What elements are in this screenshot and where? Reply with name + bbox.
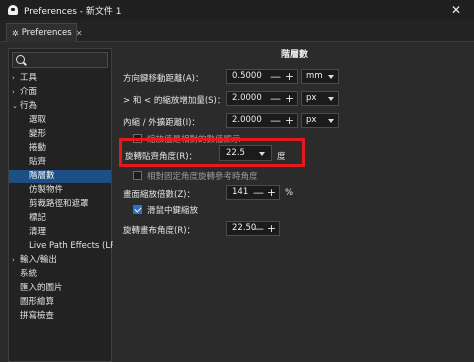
tree-item-label: 捲動 (29, 143, 47, 153)
decrement-icon[interactable]: — (253, 186, 264, 199)
tree-item-clippaths-masks[interactable]: 剪裁路徑和遮罩 (9, 198, 111, 211)
tree-item-label: 變形 (29, 129, 47, 139)
tree-item-imported-images[interactable]: 匯入的圖片 (9, 282, 111, 295)
tab-label: Preferences (21, 28, 72, 38)
tree-item-label: 清理 (29, 227, 47, 237)
tree-item-label: 匯入的圖片 (20, 283, 63, 293)
preferences-sidebar: › 工具 › 介面 ⌄ 行為 選取 變形 捲動 貼齊 階層數 仿製物件 剪裁路徑和遮罩… (8, 48, 124, 362)
tree-item-markers[interactable]: 標記 (9, 212, 111, 225)
window-titlebar: Preferences - 新文件 1 ✕ (0, 0, 474, 20)
expand-arrow-icon[interactable]: › (12, 254, 20, 267)
tree-item-label: 拼寫檢查 (20, 311, 55, 321)
canvas-rotation-label: 旋轉畫布角度(R)： (123, 226, 196, 236)
tree-item-label: 貼齊 (29, 157, 47, 167)
unit-value: mm (306, 71, 323, 81)
tree-item-label: 選取 (29, 115, 47, 125)
relative-rotation-checkbox[interactable] (133, 171, 142, 180)
relative-rotation-label: 相對固定角度旋轉參考時角度 (147, 172, 258, 182)
tree-item-label: 輸入/輸出 (20, 255, 57, 265)
tree-item-label: 工具 (20, 73, 38, 83)
increment-icon[interactable]: + (284, 114, 295, 127)
tree-item-label: Live Path Effects (LPE) (29, 241, 124, 251)
tree-item-label: 標記 (29, 213, 47, 223)
zoom-factor-label: 畫面縮放倍數(Z)： (123, 190, 195, 200)
inset-outset-spinbox[interactable]: 2.0000 — + (226, 113, 298, 128)
steps-preferences-panel: 階層數 方向鍵移動距離(A)： 0.5000 — + mm > 和 < 的縮放增… (113, 42, 474, 362)
inset-outset-unit-select[interactable]: px (301, 113, 339, 128)
scale-step-value[interactable]: 2.0000 (232, 93, 262, 103)
increment-icon[interactable]: + (266, 222, 277, 235)
tree-item-system[interactable]: 系統 (9, 268, 111, 281)
tree-item-selecting[interactable]: 選取 (9, 114, 111, 127)
increment-icon[interactable]: + (266, 186, 277, 199)
search-icon (16, 55, 25, 64)
tree-item-input-output[interactable]: › 輸入/輸出 (9, 254, 111, 267)
tree-item-label: 圖形繪算 (20, 297, 55, 307)
window-close-button[interactable]: ✕ (438, 0, 474, 20)
unit-value: px (306, 93, 317, 103)
search-input[interactable] (28, 54, 106, 66)
tree-item-cleanup[interactable]: 清理 (9, 226, 111, 239)
tree-item-label: 系統 (20, 269, 38, 279)
inset-outset-value[interactable]: 2.0000 (232, 115, 262, 125)
tree-item-label: 階層數 (29, 171, 55, 181)
decrement-icon[interactable]: — (270, 92, 281, 105)
tree-item-label: 行為 (20, 101, 38, 111)
page-title: 階層數 (281, 50, 309, 60)
zoom-factor-spinbox[interactable]: 141 — + (226, 185, 280, 200)
middle-button-zoom-label: 滑鼠中鍵縮放 (147, 206, 199, 216)
dropdown-caret-icon (328, 97, 334, 101)
tree-item-lpe[interactable]: Live Path Effects (LPE) (9, 240, 124, 253)
decrement-icon[interactable]: — (270, 70, 281, 83)
arrow-keys-label: 方向鍵移動距離(A)： (123, 74, 204, 84)
unit-value: px (306, 115, 317, 125)
decrement-icon[interactable]: — (270, 114, 281, 127)
tree-item-rendering[interactable]: 圖形繪算 (9, 296, 111, 309)
preferences-icon: ✲ (12, 28, 19, 38)
tree-item-steps[interactable]: 階層數 (9, 170, 111, 183)
inkscape-app-icon (7, 4, 19, 16)
increment-icon[interactable]: + (284, 70, 295, 83)
tree-item-clones[interactable]: 仿製物件 (9, 184, 111, 197)
arrow-keys-spinbox[interactable]: 0.5000 — + (226, 69, 298, 84)
expand-arrow-icon[interactable]: › (12, 72, 20, 85)
window-title: Preferences - 新文件 1 (24, 6, 122, 17)
tree-item-behavior[interactable]: ⌄ 行為 (9, 100, 111, 113)
zoom-factor-value[interactable]: 141 (232, 187, 248, 197)
scale-step-label: > 和 < 的縮放增加量(S)： (123, 96, 226, 106)
tree-item-interface[interactable]: › 介面 (9, 86, 111, 99)
dialog-tabbar: ✲ Preferences ✕ (0, 20, 474, 42)
increment-icon[interactable]: + (284, 92, 295, 105)
decrement-icon[interactable]: — (253, 222, 264, 235)
tree-item-transforms[interactable]: 變形 (9, 128, 111, 141)
dropdown-caret-icon (328, 119, 334, 123)
expand-arrow-icon[interactable]: › (12, 86, 20, 99)
tree-item-label: 介面 (20, 87, 38, 97)
dropdown-caret-icon (328, 75, 334, 79)
inset-outset-label: 內縮 / 外擴距離(I)： (123, 118, 200, 128)
canvas-rotation-spinbox[interactable]: 22.50 — + (226, 221, 280, 236)
arrow-keys-unit-select[interactable]: mm (301, 69, 339, 84)
tree-item-scrolling[interactable]: 捲動 (9, 142, 111, 155)
tab-close-icon[interactable]: ✕ (76, 29, 83, 38)
tree-item-label: 剪裁路徑和遮罩 (29, 199, 89, 209)
tree-item-spellcheck[interactable]: 拼寫檢查 (9, 310, 111, 323)
collapse-arrow-icon[interactable]: ⌄ (12, 100, 20, 113)
tree-item-label: 仿製物件 (29, 185, 64, 195)
highlight-annotation-box (119, 138, 305, 167)
zoom-factor-unit: % (285, 188, 294, 198)
tree-item-tools[interactable]: › 工具 (9, 72, 111, 85)
middle-button-zoom-checkbox[interactable] (133, 205, 142, 214)
scale-step-spinbox[interactable]: 2.0000 — + (226, 91, 298, 106)
scale-step-unit-select[interactable]: px (301, 91, 339, 106)
tree-item-snapping[interactable]: 貼齊 (9, 156, 111, 169)
search-box[interactable] (12, 52, 108, 68)
arrow-keys-value[interactable]: 0.5000 (232, 71, 262, 81)
tab-preferences[interactable]: ✲ Preferences ✕ (6, 23, 82, 42)
